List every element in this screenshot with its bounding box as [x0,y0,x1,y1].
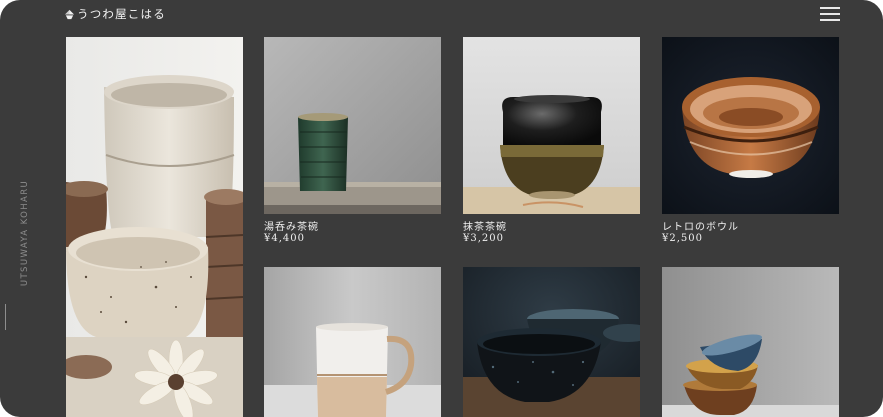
product-price-2: ¥3,200 [463,233,504,244]
product-image-matcha-bowl[interactable] [463,37,640,214]
side-divider-line [5,304,6,330]
logo-text: うつわ屋こはる [77,7,166,21]
product-image-retro-bowl[interactable] [662,37,839,214]
site-logo[interactable]: うつわ屋こはる [64,6,166,22]
product-image-dark-bowls[interactable] [463,267,640,417]
logo-mark-icon [64,9,75,19]
product-image-mug[interactable] [264,267,441,417]
product-name-2[interactable]: 抹茶茶碗 [463,218,507,233]
product-name-1[interactable]: 湯呑み茶碗 [264,218,319,233]
product-price-1: ¥4,400 [264,233,305,244]
page-frame: うつわ屋こはる UTSUWAYA KOHARU 湯呑み茶碗 ¥4,400 抹茶茶… [0,0,883,417]
hamburger-menu-icon[interactable] [820,6,840,22]
hero-image [66,37,243,417]
product-image-yunomi[interactable] [264,37,441,214]
product-price-3: ¥2,500 [662,233,703,244]
vertical-brand-text: UTSUWAYA KOHARU [20,179,31,287]
product-name-3[interactable]: レトロのボウル [662,218,739,233]
product-image-stacked-bowls[interactable] [662,267,839,417]
